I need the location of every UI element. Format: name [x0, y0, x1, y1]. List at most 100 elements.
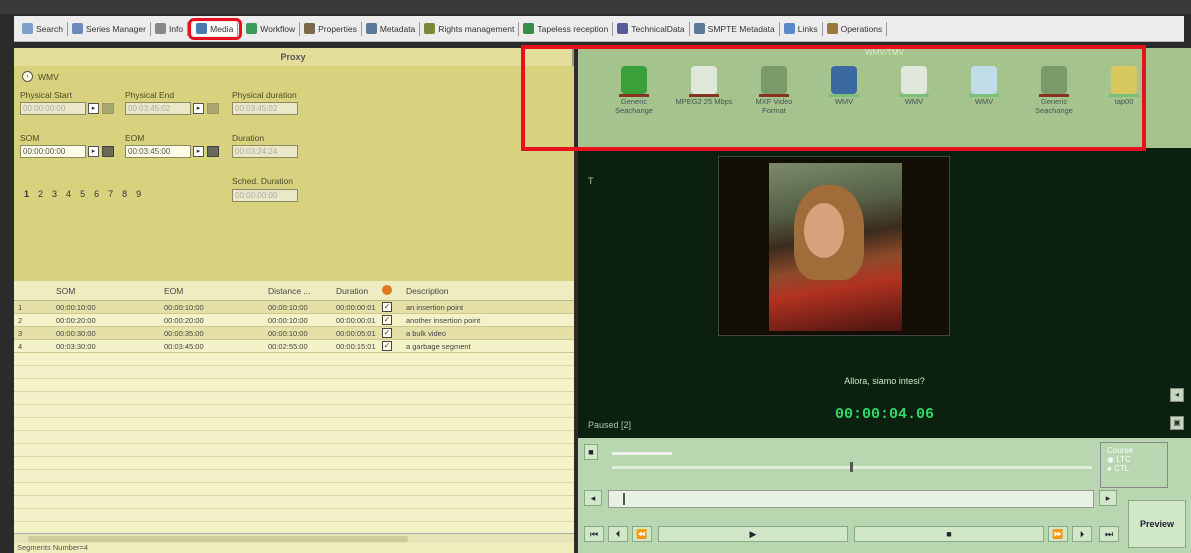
empty-row — [14, 405, 574, 418]
media-item[interactable]: WMV — [954, 66, 1014, 106]
row-checkbox[interactable]: ✓ — [382, 302, 392, 312]
step-forward-button[interactable]: ▸ — [1099, 490, 1117, 506]
som-spin-icon[interactable]: ▸ — [88, 146, 99, 157]
media-item[interactable]: Generic Seachange — [1024, 66, 1084, 115]
media-strip-title: WMV/TMV — [865, 48, 904, 57]
tab-info[interactable]: Info — [151, 21, 189, 36]
media-item[interactable]: MPEG2 25 Mbps — [674, 66, 734, 106]
page-number[interactable]: 6 — [94, 189, 99, 199]
column-header-description[interactable]: Description — [406, 286, 574, 296]
row-checkbox[interactable]: ✓ — [382, 328, 392, 338]
tab-smpte-metadata[interactable]: SMPTE Metadata — [690, 21, 780, 36]
tab-rights-management[interactable]: Rights management — [420, 21, 520, 36]
metadata-icon — [365, 23, 377, 34]
page-number[interactable]: 5 — [80, 189, 85, 199]
next-button[interactable]: ⏵ — [1072, 526, 1092, 542]
page-number[interactable]: 2 — [38, 189, 43, 199]
subtitle-text: Allora, siamo intesi? — [844, 376, 925, 386]
som-field[interactable]: 00:00:00:00 — [20, 145, 86, 158]
course-option-ltc[interactable]: ◉ LTC — [1107, 455, 1161, 464]
calendar-icon[interactable] — [207, 146, 219, 157]
play-button[interactable]: ▶ — [658, 526, 848, 542]
table-row[interactable]: 3 00:00:30:00 00:00:35:00 00:00:10:00 00:00:… — [14, 327, 574, 340]
physical-start-spin-icon[interactable]: ▸ — [88, 103, 99, 114]
page-number[interactable]: 8 — [122, 189, 127, 199]
gear-icon — [382, 284, 392, 295]
preview-button[interactable]: Preview — [1128, 500, 1186, 548]
tab-workflow[interactable]: Workflow — [242, 21, 301, 36]
media-item-label: MXF Video Format — [755, 97, 793, 115]
media-item[interactable]: WMV — [814, 66, 874, 106]
eom-cell: 00:03:45:00 — [164, 341, 204, 351]
position-bar[interactable] — [608, 490, 1094, 508]
table-row[interactable]: 2 00:00:20:00 00:00:20:00 00:00:10:00 00:00:… — [14, 314, 574, 327]
column-header-duration[interactable]: Duration — [336, 286, 382, 296]
som-label: SOM — [20, 133, 40, 143]
eom-spin-icon[interactable]: ▸ — [193, 146, 204, 157]
row-checkbox[interactable]: ✓ — [382, 341, 392, 351]
tab-media[interactable]: Media — [188, 17, 243, 40]
calendar-icon[interactable] — [102, 146, 114, 157]
tab-label: Series Manager — [85, 23, 146, 34]
audio-icon[interactable]: ◂ — [1170, 388, 1184, 402]
column-header-som[interactable]: SOM — [56, 286, 164, 296]
tab-search[interactable]: Search — [18, 21, 68, 36]
previous-button[interactable]: ⏴ — [608, 526, 628, 542]
go-start-button[interactable]: ⏮ — [584, 526, 604, 542]
tab-links[interactable]: Links — [780, 21, 823, 36]
tab-technicaldata[interactable]: TechnicalData — [613, 21, 690, 36]
page-number[interactable]: 9 — [136, 189, 141, 199]
column-header-eom[interactable]: EOM — [164, 286, 268, 296]
physical-end-field[interactable]: 00:03:45:02 — [125, 102, 191, 115]
rewind-button[interactable]: ⏪ — [632, 526, 652, 542]
tape-icon — [1109, 66, 1139, 97]
stop-button[interactable]: ■ — [854, 526, 1044, 542]
media-item-label: Generic Seachange — [1035, 97, 1073, 115]
snapshot-icon[interactable]: ■ — [584, 444, 598, 460]
tab-label: Media — [210, 23, 234, 34]
eom-field[interactable]: 00:03:45:00 — [125, 145, 191, 158]
volume-slider[interactable] — [612, 452, 672, 455]
mxf-icon — [759, 66, 789, 97]
calendar-icon[interactable] — [207, 103, 219, 114]
horizontal-scrollbar[interactable] — [14, 533, 574, 543]
timecode-fields: ‹ WMV Physical Start 00:00:00:00 ▸ Physi… — [14, 66, 574, 281]
page-number[interactable]: 1 — [24, 189, 29, 199]
fast-forward-button[interactable]: ⏩ — [1048, 526, 1068, 542]
media-item[interactable]: tap00 — [1094, 66, 1154, 106]
media-item[interactable]: MXF Video Format — [744, 66, 804, 115]
step-back-button[interactable]: ◂ — [584, 490, 602, 506]
collapse-icon[interactable]: ‹ — [22, 71, 33, 82]
course-option-ctl[interactable]: ● CTL — [1107, 464, 1161, 473]
duration-cell: 00:00:05:01 — [336, 328, 376, 338]
table-row[interactable]: 1 00:00:10:00 00:00:10:00 00:00:10:00 00:00:… — [14, 301, 574, 314]
video-frame[interactable] — [718, 156, 950, 336]
eom-cell: 00:00:10:00 — [164, 302, 204, 312]
physical-start-field[interactable]: 00:00:00:00 — [20, 102, 86, 115]
copy-icon[interactable]: ▣ — [1170, 416, 1184, 430]
tab-operations[interactable]: Operations — [823, 21, 888, 36]
page-selector: 123456789 — [24, 189, 141, 199]
go-end-button[interactable]: ⏭ — [1099, 526, 1119, 542]
tab-series-manager[interactable]: Series Manager — [68, 21, 151, 36]
column-header-distance[interactable]: Distance ... — [268, 286, 336, 296]
physical-start-label: Physical Start — [20, 90, 72, 100]
page-number[interactable]: 7 — [108, 189, 113, 199]
page-number[interactable]: 3 — [52, 189, 57, 199]
calendar-icon[interactable] — [102, 103, 114, 114]
table-row[interactable]: 4 00:03:30:00 00:03:45:00 00:02:55:00 00:00:… — [14, 340, 574, 353]
row-checkbox[interactable]: ✓ — [382, 315, 392, 325]
media-format-strip: WMV/TMV Generic Seachange MPEG2 25 Mbps MX… — [578, 48, 1191, 148]
media-item[interactable]: WMV — [884, 66, 944, 106]
tab-properties[interactable]: Properties — [300, 21, 362, 36]
position-thumb[interactable] — [623, 493, 625, 505]
empty-row — [14, 470, 574, 483]
empty-row — [14, 418, 574, 431]
page-number[interactable]: 4 — [66, 189, 71, 199]
physical-end-spin-icon[interactable]: ▸ — [193, 103, 204, 114]
tab-tapeless-reception[interactable]: Tapeless reception — [519, 21, 614, 36]
tab-metadata[interactable]: Metadata — [362, 21, 421, 36]
media-item[interactable]: Generic Seachange — [604, 66, 664, 115]
scrollbar-thumb[interactable] — [28, 536, 408, 542]
shuttle-thumb[interactable] — [850, 462, 853, 472]
